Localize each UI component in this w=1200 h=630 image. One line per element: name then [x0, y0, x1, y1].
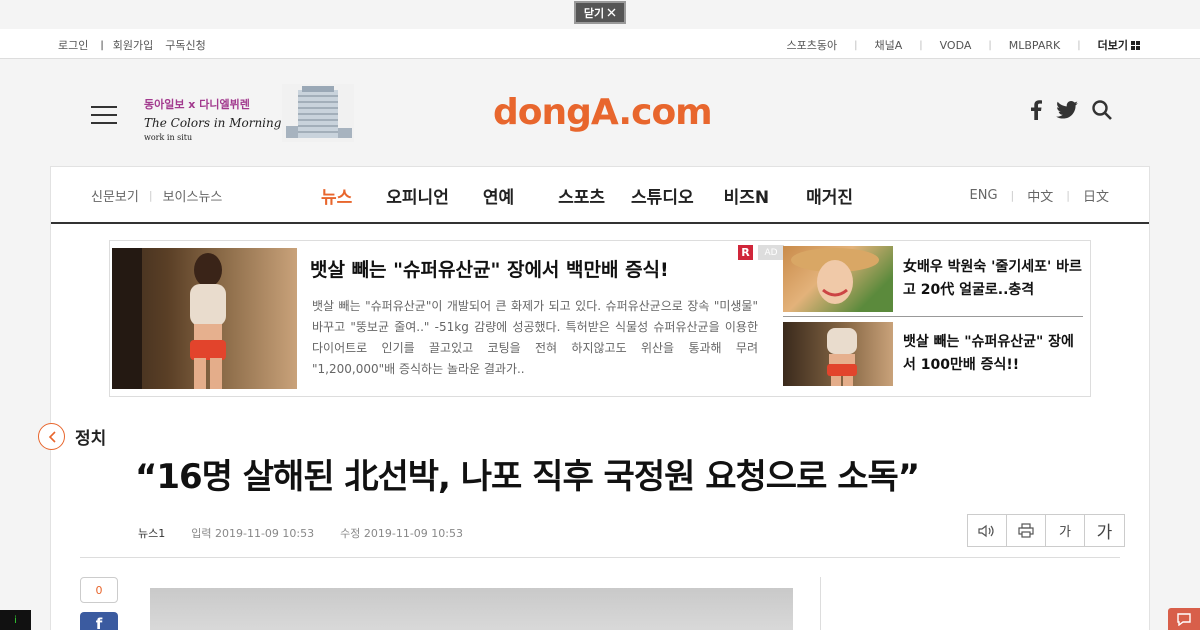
top-ad-close-bar: 닫기: [0, 0, 1200, 29]
divider: |: [854, 39, 858, 51]
listen-button[interactable]: [968, 515, 1007, 546]
more-button-label: 더보기: [1097, 39, 1128, 52]
ad-face-illustration: [791, 248, 879, 304]
share-count-badge: 0: [80, 577, 118, 603]
published-date: 입력 2019-11-09 10:53: [191, 527, 315, 540]
chevron-left-icon: [48, 430, 56, 443]
font-decrease-button[interactable]: 가: [1046, 515, 1085, 546]
family-site-mlbpark[interactable]: MLBPARK: [1009, 39, 1060, 52]
nav-newspaper-link[interactable]: 신문보기: [91, 186, 139, 205]
close-icon: [607, 8, 616, 17]
nav-tab-entertainment[interactable]: 연예: [483, 183, 514, 208]
ad-r-badge: R: [738, 245, 753, 260]
facebook-icon: f: [95, 615, 103, 630]
ad-headline[interactable]: 뱃살 빼는 "슈퍼유산균" 장에서 백만배 증식!: [310, 255, 669, 282]
divider: [783, 316, 1083, 317]
print-button[interactable]: [1007, 515, 1046, 546]
divider: |: [1077, 39, 1081, 51]
ad-thumbnail[interactable]: [783, 322, 893, 386]
nav-tab-magazine[interactable]: 매거진: [806, 183, 853, 208]
lang-japanese-link[interactable]: 日文: [1083, 186, 1109, 205]
main-nav: 신문보기 | 보이스뉴스 뉴스 오피니언 연예 스포츠 스튜디오 비즈N 매거진…: [51, 167, 1149, 224]
divider: |: [100, 39, 104, 51]
ad-item-title[interactable]: 女배우 박원숙 '줄기세포' 바르고 20代 얼굴로..충격: [903, 256, 1083, 302]
article-headline: “16명 살해된 北선박, 나포 직후 국정원 요청으로 소독”: [135, 457, 920, 497]
info-icon[interactable]: i: [0, 610, 31, 630]
article-photo: [150, 588, 793, 630]
lang-eng-link[interactable]: ENG: [970, 188, 998, 203]
family-site-channela[interactable]: 채널A: [874, 37, 902, 53]
building-illustration: [282, 84, 354, 142]
section-header: 정치: [38, 423, 106, 450]
facebook-share-button[interactable]: f: [80, 612, 118, 630]
nav-tab-bizn[interactable]: 비즈N: [724, 183, 770, 208]
font-increase-button[interactable]: 가: [1085, 515, 1124, 546]
divider: [820, 577, 821, 630]
chat-icon: [1177, 613, 1191, 626]
article-toolbar: 가 가: [967, 514, 1125, 547]
nav-tab-sports[interactable]: 스포츠: [558, 183, 605, 208]
divider: |: [1010, 189, 1015, 202]
grid-icon: [1131, 40, 1140, 50]
close-button-label: 닫기: [583, 6, 605, 20]
header-promo-banner[interactable]: 동아일보 x 다니엘뷔렌 The Colors in Morning Calm …: [142, 82, 356, 144]
nav-tab-studio[interactable]: 스튜디오: [631, 183, 694, 208]
site-header: 동아일보 x 다니엘뷔렌 The Colors in Morning Calm …: [0, 60, 1200, 166]
ad-thumbnail[interactable]: [783, 246, 893, 312]
divider: |: [148, 189, 153, 202]
family-site-sportsdonga[interactable]: 스포츠동아: [786, 37, 837, 53]
nav-tab-news[interactable]: 뉴스: [321, 183, 352, 208]
ad-main-image[interactable]: [112, 248, 297, 389]
facebook-icon[interactable]: [1030, 100, 1042, 120]
nav-voice-news-link[interactable]: 보이스뉴스: [163, 186, 223, 205]
back-button[interactable]: [38, 423, 65, 450]
article-byline: 뉴스1 입력 2019-11-09 10:53 수정 2019-11-09 10…: [138, 525, 463, 541]
divider: |: [1066, 189, 1070, 202]
ad-label-badge: AD: [758, 245, 784, 260]
ad-figure-illustration: [827, 328, 857, 386]
ad-item-title[interactable]: 뱃살 빼는 "슈퍼유산균" 장에서 100만배 증식!!: [903, 331, 1083, 377]
lang-chinese-link[interactable]: 中文: [1027, 186, 1053, 205]
chat-widget-button[interactable]: [1168, 608, 1200, 630]
print-icon: [1018, 523, 1034, 538]
utility-bar: 로그인 | 회원가입 구독신청 스포츠동아 | 채널A | VODA | MLB…: [0, 29, 1200, 59]
ad-body-text[interactable]: 뱃살 빼는 "슈퍼유산균"이 개발되어 큰 화제가 되고 있다. 슈퍼유산균으로…: [312, 296, 758, 380]
ad-figure-illustration: [112, 248, 226, 389]
twitter-icon[interactable]: [1056, 101, 1078, 119]
article-author: 뉴스1: [138, 527, 166, 540]
banner-caption: work in situ: [144, 133, 193, 142]
divider: [80, 557, 1120, 558]
main-container: 신문보기 | 보이스뉴스 뉴스 오피니언 연예 스포츠 스튜디오 비즈N 매거진…: [38, 166, 1150, 630]
close-button[interactable]: 닫기: [574, 1, 626, 24]
signup-link[interactable]: 회원가입: [113, 37, 153, 53]
nav-tab-opinion[interactable]: 오피니언: [386, 183, 449, 208]
speaker-icon: [978, 524, 994, 537]
search-icon[interactable]: [1092, 100, 1112, 120]
banner-title: 동아일보 x 다니엘뷔렌: [144, 98, 250, 111]
native-ad-box: 뱃살 빼는 "슈퍼유산균" 장에서 백만배 증식! 뱃살 빼는 "슈퍼유산균"이…: [109, 240, 1091, 397]
site-logo[interactable]: dongA.com: [493, 92, 713, 133]
divider: |: [988, 39, 992, 51]
menu-icon[interactable]: [91, 106, 117, 124]
divider: |: [919, 39, 923, 51]
family-site-voda[interactable]: VODA: [940, 39, 972, 52]
section-label[interactable]: 정치: [75, 424, 106, 449]
more-button[interactable]: 더보기: [1098, 37, 1140, 53]
login-link[interactable]: 로그인: [58, 37, 88, 53]
modified-date: 수정 2019-11-09 10:53: [340, 527, 463, 540]
subscribe-link[interactable]: 구독신청: [165, 37, 205, 53]
